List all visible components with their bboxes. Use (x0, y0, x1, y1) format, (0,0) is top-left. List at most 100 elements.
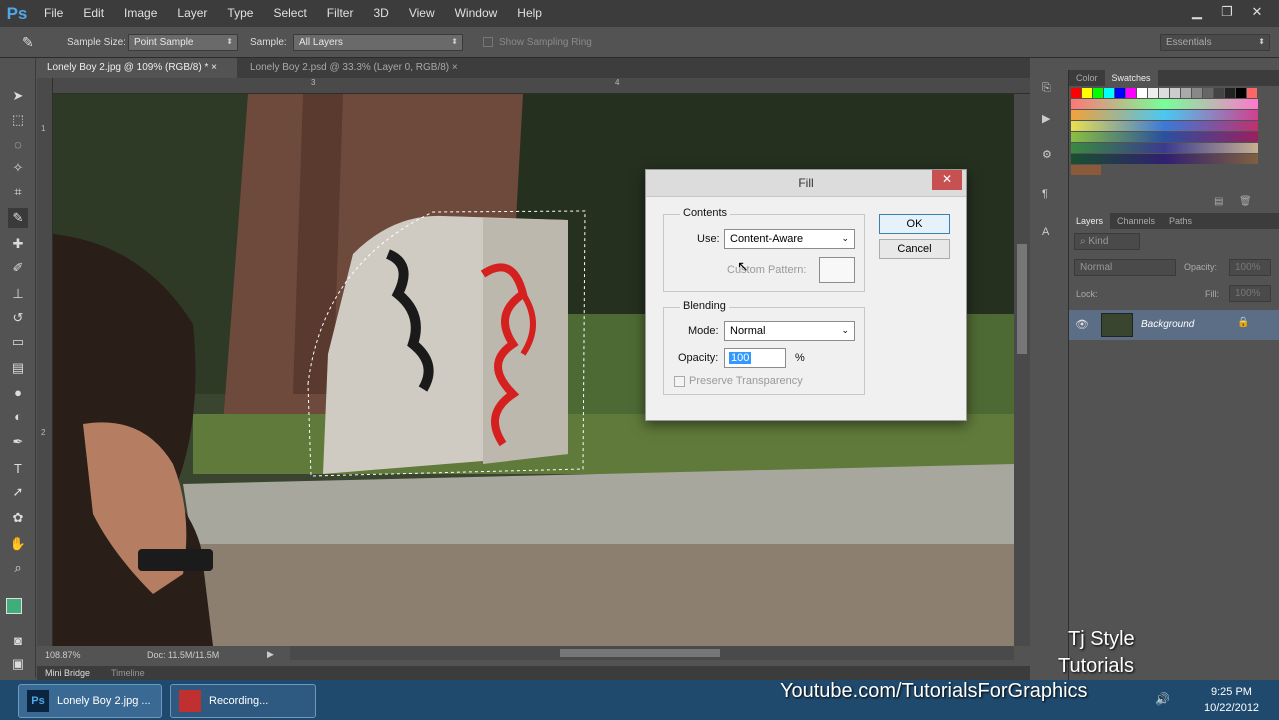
ruler-vertical: 1 2 (37, 78, 53, 646)
ruler-mark: 1 (41, 124, 46, 133)
ok-button[interactable]: OK (879, 214, 950, 234)
history-brush-tool-icon[interactable]: ↺ (8, 308, 28, 328)
path-select-tool-icon[interactable]: ➚ (8, 482, 28, 502)
photoshop-logo: Ps (6, 3, 28, 23)
show-ring-checkbox[interactable] (483, 37, 493, 47)
dodge-tool-icon[interactable]: ◐ (8, 406, 28, 426)
scroll-thumb[interactable] (560, 649, 720, 657)
workspace-select[interactable]: Essentials ⬍ (1160, 34, 1270, 51)
tab-layers[interactable]: Layers (1069, 213, 1111, 229)
tab-mini-bridge[interactable]: Mini Bridge (45, 668, 90, 678)
sample-size-select[interactable]: Point Sample ⬍ (128, 34, 238, 51)
menu-edit[interactable]: Edit (73, 0, 114, 27)
tab-timeline[interactable]: Timeline (111, 668, 145, 678)
menu-3d[interactable]: 3D (363, 0, 398, 27)
menu-type[interactable]: Type (217, 0, 263, 27)
foreground-color-swatch[interactable] (6, 598, 22, 614)
quick-select-tool-icon[interactable]: ✧ (8, 158, 28, 178)
tab-swatches[interactable]: Swatches (1104, 70, 1158, 86)
use-select[interactable]: Content-Aware ⌄ (724, 229, 855, 249)
tab-paths[interactable]: Paths (1162, 213, 1199, 229)
fill-input[interactable]: 100% (1229, 285, 1271, 302)
history-icon[interactable]: ⎘ (1042, 82, 1051, 95)
custom-pattern-picker[interactable] (819, 257, 855, 283)
close-icon[interactable]: × (452, 62, 458, 73)
type-tool-icon[interactable]: T (8, 458, 28, 478)
swatches-grid[interactable] (1071, 88, 1276, 180)
bottom-panel-tabs: Mini Bridge Timeline (37, 666, 1030, 680)
mode-select[interactable]: Normal ⌄ (724, 321, 855, 341)
mode-label: Mode: (688, 325, 719, 337)
right-panels: Color Swatches ▤ 🗑 Layers Channels Paths… (1068, 70, 1279, 680)
menu-file[interactable]: File (34, 0, 73, 27)
taskbar-recording[interactable]: Recording... (170, 684, 316, 718)
eraser-tool-icon[interactable]: ▭ (8, 332, 28, 352)
opacity-input[interactable]: 100% (1229, 259, 1271, 276)
blur-tool-icon[interactable]: ● (8, 382, 28, 402)
watermark-line2: Tutorials (1058, 655, 1134, 677)
character-icon[interactable]: A (1042, 226, 1049, 238)
brush-tool-icon[interactable]: ✐ (8, 258, 28, 278)
sample-select[interactable]: All Layers ⬍ (293, 34, 463, 51)
close-icon[interactable]: × (211, 62, 217, 73)
menu-image[interactable]: Image (114, 0, 167, 27)
hand-tool-icon[interactable]: ✋ (8, 534, 28, 554)
horizontal-scrollbar[interactable] (290, 646, 1014, 660)
restore-icon[interactable]: ❐ (1213, 2, 1241, 22)
screen-mode-icon[interactable]: ▣ (8, 654, 28, 674)
opacity-input[interactable]: 100 (724, 348, 786, 368)
sample-size-label: Sample Size: (67, 37, 126, 48)
menu-layer[interactable]: Layer (167, 0, 217, 27)
tab-lonely-boy-jpg[interactable]: Lonely Boy 2.jpg @ 109% (RGB/8) * × (37, 58, 237, 78)
menu-view[interactable]: View (399, 0, 445, 27)
layer-kind-filter[interactable]: ⌕ Kind (1074, 233, 1140, 250)
eyedropper-tool-icon[interactable]: ✎ (8, 208, 28, 228)
crop-tool-icon[interactable]: ⌗ (8, 182, 28, 202)
zoom-tool-icon[interactable]: ⌕ (8, 558, 28, 578)
watermark-url: Youtube.com/TutorialsForGraphics (780, 680, 1088, 702)
shape-tool-icon[interactable]: ✿ (8, 508, 28, 528)
menu-window[interactable]: Window (445, 0, 508, 27)
properties-icon[interactable]: ⚙ (1042, 148, 1052, 161)
gradient-tool-icon[interactable]: ▤ (8, 358, 28, 378)
actions-icon[interactable]: ▶ (1042, 112, 1050, 125)
menu-filter[interactable]: Filter (317, 0, 364, 27)
pen-tool-icon[interactable]: ✒ (8, 432, 28, 452)
quick-mask-icon[interactable]: ◙ (8, 630, 28, 650)
trash-icon[interactable]: 🗑 (1239, 196, 1252, 207)
cancel-button[interactable]: Cancel (879, 239, 950, 259)
tab-lonely-boy-psd[interactable]: Lonely Boy 2.psd @ 33.3% (Layer 0, RGB/8… (240, 58, 480, 78)
layer-name[interactable]: Background (1141, 319, 1194, 330)
chevron-down-icon: ⬍ (226, 37, 233, 46)
scroll-thumb[interactable] (1017, 244, 1027, 354)
new-swatch-icon[interactable]: ▤ (1214, 196, 1223, 207)
move-tool-icon[interactable]: ➤ (8, 86, 28, 106)
menu-help[interactable]: Help (507, 0, 552, 27)
marquee-tool-icon[interactable]: ⬚ (8, 110, 28, 130)
taskbar-photoshop[interactable]: Ps Lonely Boy 2.jpg ... (18, 684, 162, 718)
close-icon[interactable]: ✕ (932, 170, 962, 190)
zoom-level[interactable]: 108.87% (45, 650, 81, 660)
blend-mode-select[interactable]: Normal (1074, 259, 1176, 276)
minimize-icon[interactable]: ▁ (1183, 2, 1211, 22)
vertical-scrollbar[interactable] (1014, 94, 1030, 646)
tool-panel: ➤ ⬚ ◌ ✧ ⌗ ✎ ✚ ✐ ⊥ ↺ ▭ ▤ ● ◐ ✒ T ➚ ✿ ✋ ⌕ … (0, 58, 36, 678)
stamp-tool-icon[interactable]: ⊥ (8, 284, 28, 304)
chevron-down-icon: ⌄ (841, 325, 849, 335)
volume-icon[interactable]: 🔊 (1155, 692, 1170, 706)
eyedropper-icon[interactable]: ✎ (22, 34, 34, 51)
tab-channels[interactable]: Channels (1110, 213, 1162, 229)
lasso-tool-icon[interactable]: ◌ (8, 134, 28, 154)
tab-color[interactable]: Color (1069, 70, 1105, 86)
opacity-label: Opacity: (678, 352, 719, 364)
preserve-transparency-checkbox[interactable] (674, 376, 685, 387)
close-icon[interactable]: ✕ (1243, 2, 1271, 22)
chevron-down-icon: ⌄ (841, 233, 849, 243)
spot-healing-tool-icon[interactable]: ✚ (8, 234, 28, 254)
play-icon[interactable]: ▶ (267, 649, 274, 660)
menu-select[interactable]: Select (263, 0, 316, 27)
paragraph-icon[interactable]: ¶ (1042, 188, 1048, 200)
layer-row[interactable]: 👁 Background 🔒 (1069, 310, 1279, 340)
layer-thumbnail (1101, 313, 1133, 337)
eye-icon[interactable]: 👁 (1075, 318, 1089, 331)
